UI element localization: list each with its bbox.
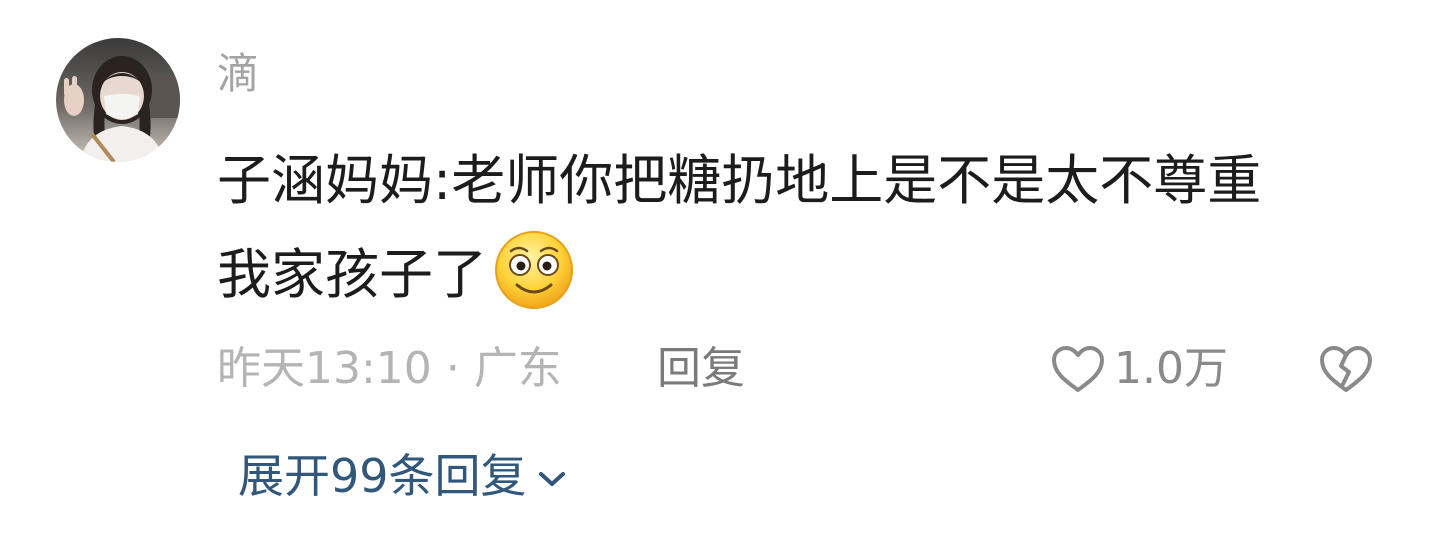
expand-replies-button[interactable]: 展开99条回复 — [238, 446, 567, 506]
comment-text: 子涵妈妈:老师你把糖扔地上是不是太不尊重 我家孩子了 — [217, 134, 1397, 322]
dislike-button[interactable] — [1318, 344, 1374, 394]
broken-heart-icon — [1318, 344, 1374, 394]
expand-replies-label: 展开99条回复 — [238, 449, 527, 503]
heart-outline-icon — [1050, 344, 1106, 394]
meta-separator: · — [445, 343, 460, 394]
like-button[interactable]: 1.0万 — [1050, 340, 1228, 398]
comment-item: 滴 子涵妈妈:老师你把糖扔地上是不是太不尊重 我家孩子了 昨天13:10 · 广… — [0, 0, 1440, 547]
avatar-image — [56, 38, 180, 162]
like-count: 1.0万 — [1114, 343, 1228, 394]
comment-text-line1: 子涵妈妈:老师你把糖扔地上是不是太不尊重 — [217, 149, 1262, 212]
avatar[interactable] — [56, 38, 180, 162]
comment-text-line2: 我家孩子了 — [217, 243, 487, 306]
reply-button[interactable]: 回复 — [657, 340, 745, 398]
username[interactable]: 滴 — [217, 46, 259, 102]
comment-meta: 昨天13:10 · 广东 — [217, 340, 562, 398]
smile-emoji-icon — [493, 229, 575, 311]
chevron-down-icon — [527, 463, 567, 489]
comment-location: 广东 — [473, 343, 562, 394]
comment-time: 昨天13:10 — [217, 343, 432, 394]
comment-text-line2-wrap: 我家孩子了 — [217, 228, 1397, 322]
